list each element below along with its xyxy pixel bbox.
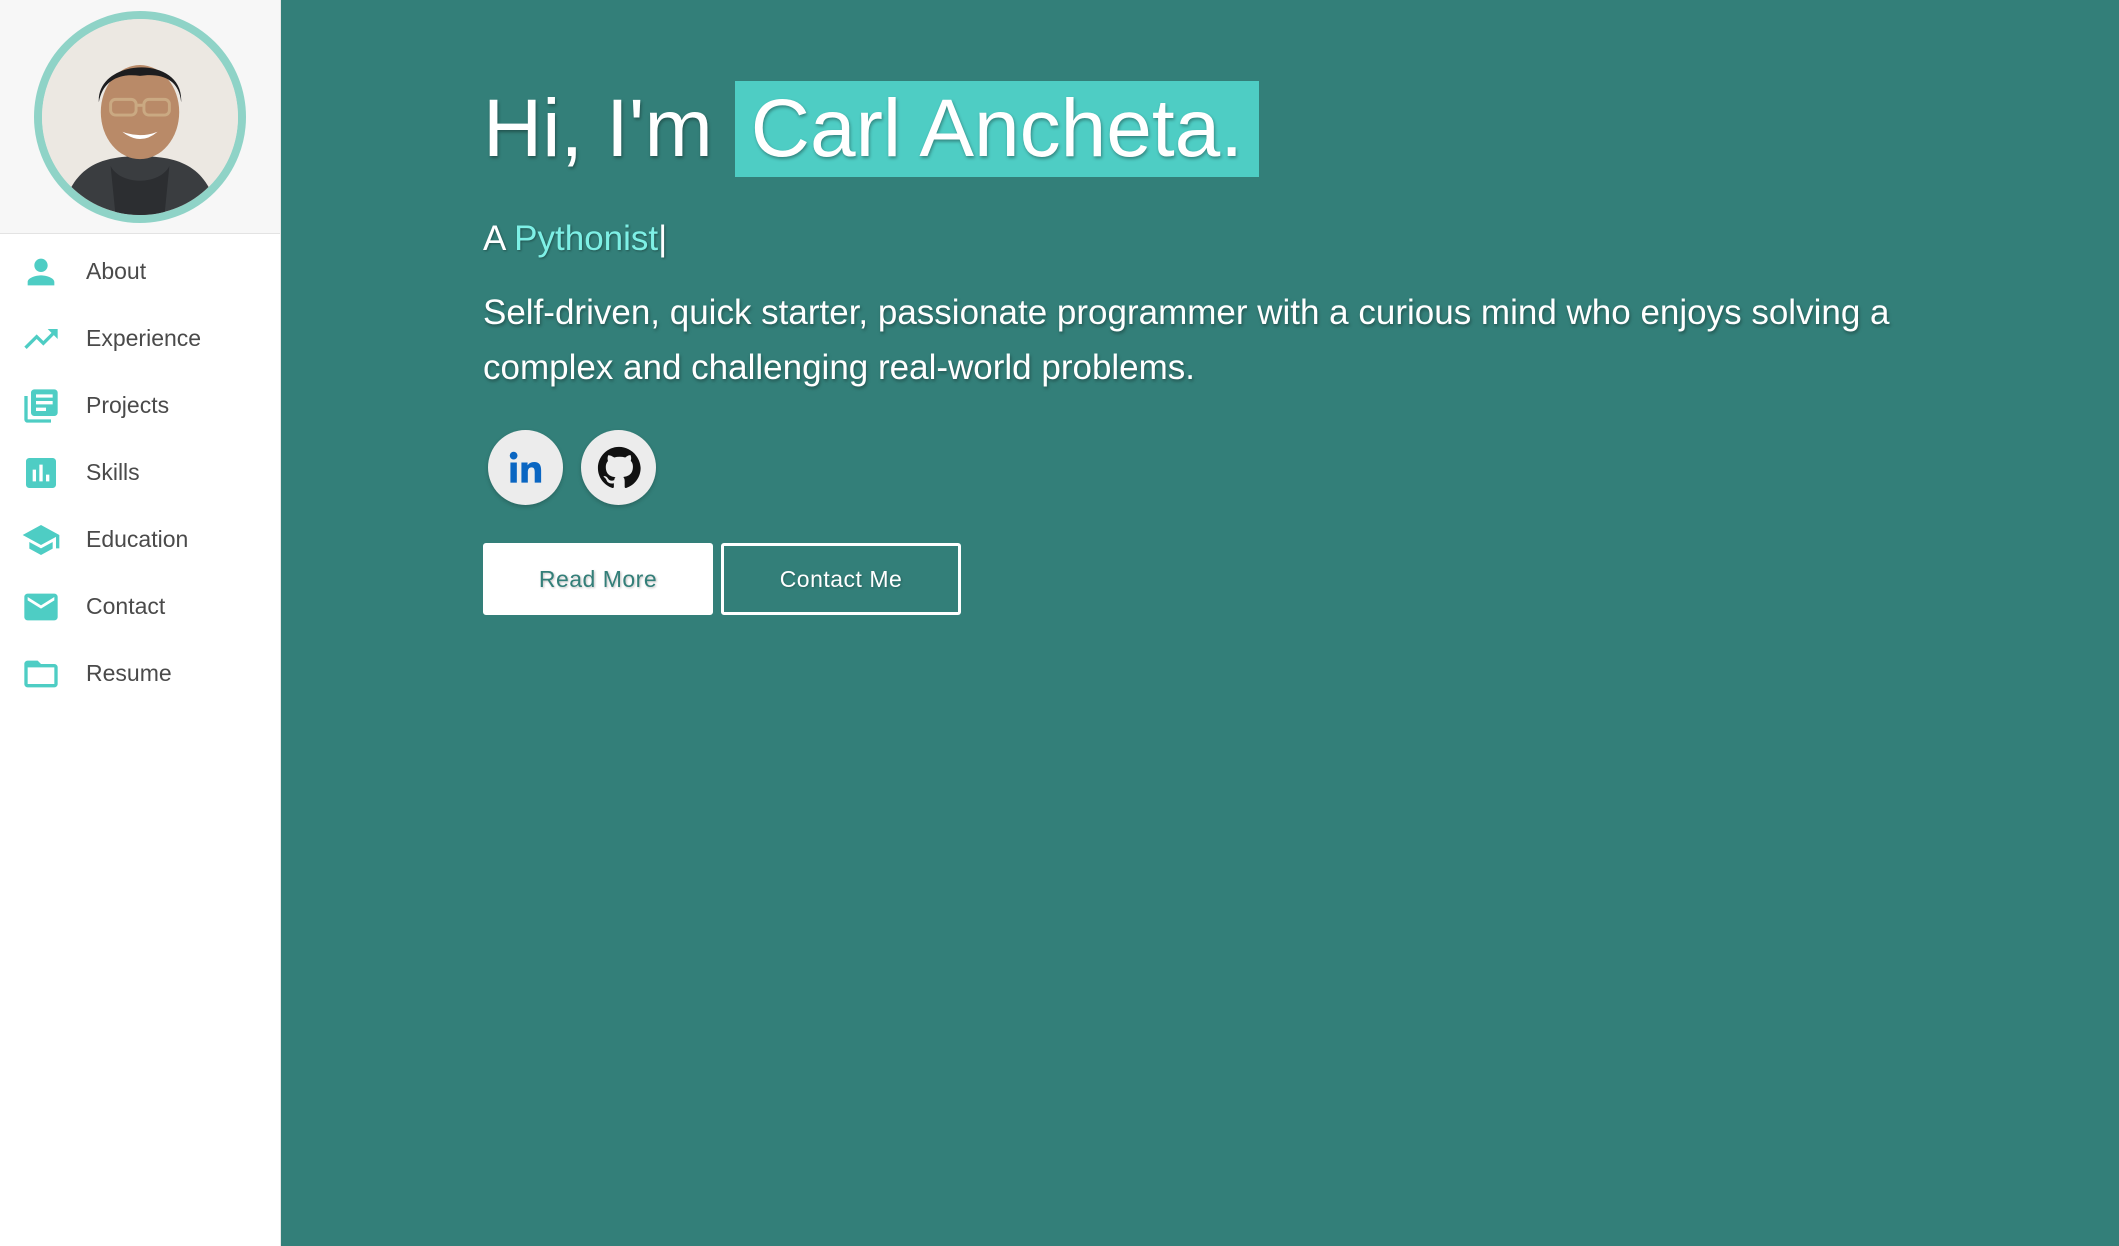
sidebar-item-contact[interactable]: Contact [0, 573, 280, 640]
hero-headline: Hi, I'm Carl Ancheta. [483, 81, 1983, 177]
sidebar-item-education[interactable]: Education [0, 506, 280, 573]
hero-section: Hi, I'm Carl Ancheta. A Pythonist| Self-… [483, 81, 1983, 615]
role-prefix: A [483, 219, 505, 258]
sidebar-item-experience[interactable]: Experience [0, 305, 280, 372]
typing-cursor: | [658, 219, 668, 258]
social-links [483, 430, 1983, 505]
bio-text: Self-driven, quick starter, passionate p… [483, 293, 1890, 387]
sidebar-item-label: Contact [86, 593, 166, 619]
sidebar-item-projects[interactable]: Projects [0, 372, 280, 439]
sidebar-item-label: Resume [86, 660, 172, 686]
read-more-button[interactable]: Read More [483, 543, 713, 615]
folder-icon [20, 653, 62, 695]
sidebar-item-resume[interactable]: Resume [0, 640, 280, 707]
sidebar-item-label: Projects [86, 392, 170, 418]
main-content: Hi, I'm Carl Ancheta. A Pythonist| Self-… [281, 0, 2119, 1246]
sidebar-nav: About Experience Projects Skills Educati… [0, 234, 280, 707]
sidebar-item-skills[interactable]: Skills [0, 439, 280, 506]
sidebar-item-about[interactable]: About [0, 238, 280, 305]
avatar-image [42, 18, 238, 215]
greeting-text: Hi, I'm [483, 83, 713, 174]
trending-up-icon [20, 318, 62, 360]
sidebar: About Experience Projects Skills Educati… [0, 0, 281, 1246]
sidebar-item-label: Experience [86, 325, 202, 351]
graduation-cap-icon [20, 519, 62, 561]
sidebar-item-label: Education [86, 526, 189, 552]
linkedin-link[interactable] [488, 430, 563, 505]
contact-me-button[interactable]: Contact Me [721, 543, 961, 615]
sidebar-item-label: About [86, 258, 147, 284]
page: About Experience Projects Skills Educati… [0, 0, 2119, 1246]
role-line: A Pythonist| [483, 219, 1983, 259]
sidebar-item-label: Skills [86, 459, 140, 485]
mail-icon [20, 586, 62, 628]
bar-chart-icon [20, 452, 62, 494]
github-icon [597, 446, 641, 488]
role-word: Pythonist [514, 219, 659, 258]
cta-buttons: Read More Contact Me [483, 543, 1983, 615]
avatar [34, 10, 246, 223]
linkedin-icon [509, 451, 541, 483]
github-link[interactable] [581, 430, 656, 505]
library-books-icon [20, 385, 62, 427]
person-icon [20, 251, 62, 293]
sidebar-header [0, 0, 280, 234]
name-highlight: Carl Ancheta. [734, 81, 1260, 177]
